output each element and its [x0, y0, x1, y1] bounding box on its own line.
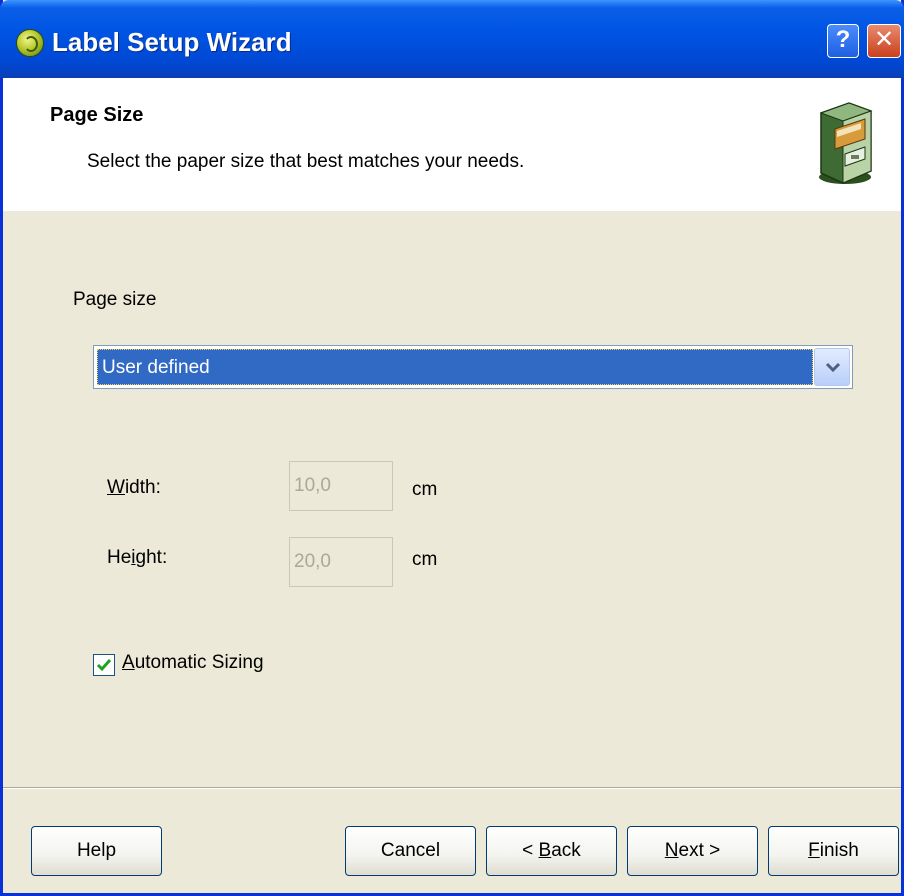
page-subtitle: Select the paper size that best matches … [87, 151, 525, 172]
wizard-window: Label Setup Wizard ? ✕ Page Size Select … [0, 0, 904, 896]
help-title-button[interactable]: ? [827, 24, 859, 58]
dropdown-arrow-button[interactable] [814, 348, 850, 386]
height-label: Height: [107, 547, 168, 568]
page-size-label: Page size [73, 289, 157, 310]
footer-separator [3, 787, 901, 789]
automatic-sizing-label[interactable]: Automatic Sizing [122, 652, 264, 674]
chevron-down-icon [825, 362, 841, 373]
close-button[interactable]: ✕ [867, 24, 901, 58]
page-title: Page Size [50, 104, 144, 126]
next-button[interactable]: Next > [627, 826, 758, 876]
cancel-button[interactable]: Cancel [345, 826, 476, 876]
height-input[interactable] [289, 537, 393, 587]
width-label: Width: [107, 477, 161, 498]
width-unit: cm [412, 479, 438, 500]
width-input[interactable] [289, 461, 393, 511]
page-size-select[interactable]: User defined [93, 345, 853, 389]
automatic-sizing-checkbox[interactable] [93, 654, 115, 676]
help-button[interactable]: Help [31, 826, 162, 876]
file-cabinet-icon [819, 102, 873, 184]
app-icon [16, 29, 44, 57]
page-size-selected-value: User defined [97, 349, 813, 385]
window-title: Label Setup Wizard [52, 27, 292, 57]
wizard-header: Page Size Select the paper size that bes… [3, 78, 901, 211]
back-button[interactable]: < Back [486, 826, 617, 876]
finish-button[interactable]: Finish [768, 826, 899, 876]
height-unit: cm [412, 549, 438, 570]
title-bar[interactable]: Label Setup Wizard ? ✕ [0, 0, 904, 78]
checkmark-icon [96, 659, 112, 672]
